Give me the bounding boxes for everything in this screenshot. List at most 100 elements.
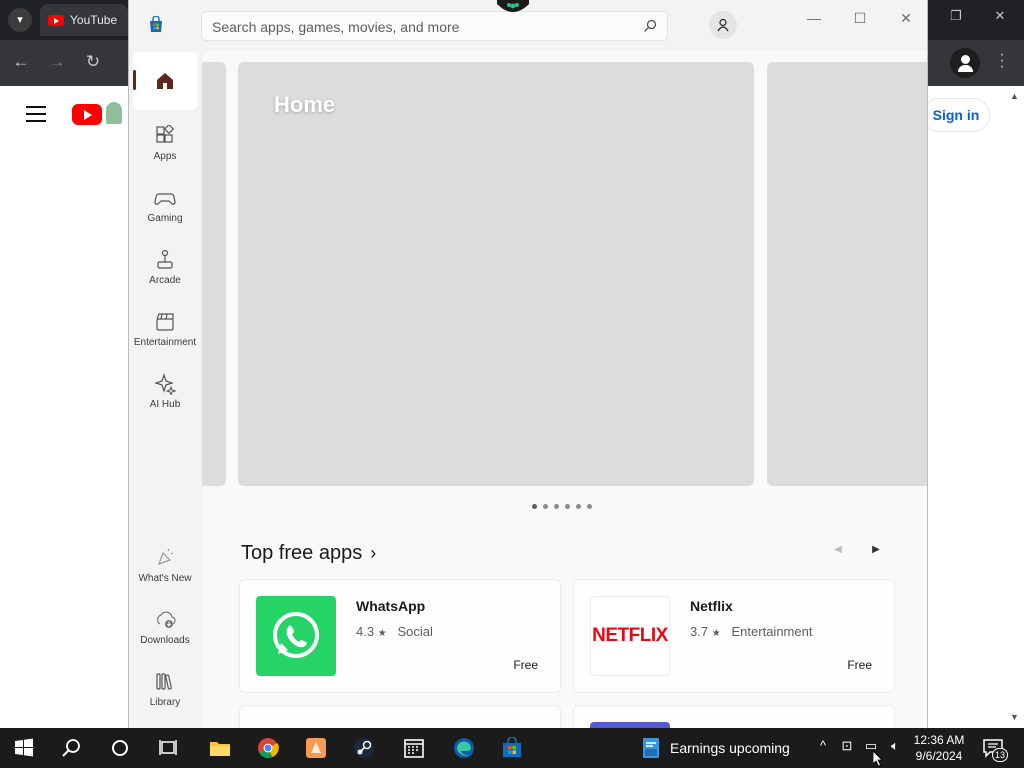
app-card-partial[interactable] bbox=[239, 705, 561, 728]
more-vert-icon: · · · bbox=[999, 46, 1005, 75]
browser-close-button[interactable]: ✕ bbox=[988, 8, 1012, 24]
camera-icon: ⊡ bbox=[841, 738, 853, 753]
nav-item-home[interactable] bbox=[133, 52, 197, 110]
search-button[interactable] bbox=[48, 728, 96, 768]
calendar-taskbar-button[interactable] bbox=[390, 728, 438, 768]
library-icon bbox=[156, 672, 172, 690]
steam-taskbar-button[interactable] bbox=[340, 728, 388, 768]
meet-now-button[interactable]: ⊡ bbox=[836, 738, 858, 754]
carousel-dot[interactable] bbox=[532, 504, 537, 509]
nav-label-entertainment: Entertainment bbox=[133, 336, 197, 348]
show-hidden-icons-button[interactable]: ^ bbox=[812, 738, 834, 753]
volume-button[interactable]: 🔈︎ bbox=[884, 738, 906, 754]
hero-banner[interactable]: Home bbox=[238, 62, 754, 486]
task-view-button[interactable] bbox=[144, 728, 192, 768]
whatsapp-logo-icon bbox=[256, 596, 336, 676]
nav-item-whats-new[interactable]: What's New bbox=[133, 536, 197, 594]
search-input[interactable] bbox=[212, 18, 632, 36]
nav-label-whats-new: What's New bbox=[138, 572, 192, 584]
arcade-icon bbox=[157, 249, 173, 269]
profile-icon bbox=[960, 55, 970, 64]
star-icon: ★ bbox=[377, 628, 387, 639]
notification-count-badge: 13 bbox=[992, 748, 1008, 762]
chevron-right-icon: ▶ bbox=[872, 544, 880, 555]
app-rating: 3.7 bbox=[690, 624, 709, 639]
app-category: Entertainment bbox=[731, 624, 813, 639]
windows-logo-icon bbox=[15, 738, 33, 757]
browser-menu-button[interactable]: · · · bbox=[994, 47, 1010, 75]
section-title: Top free apps bbox=[241, 542, 363, 564]
app-name: Netflix bbox=[690, 598, 733, 614]
news-widget[interactable]: Earnings upcoming bbox=[640, 728, 790, 768]
app-taskbar-button[interactable] bbox=[292, 728, 340, 768]
youtube-logo[interactable] bbox=[72, 104, 102, 125]
nav-item-ai-hub[interactable]: AI Hub bbox=[133, 362, 197, 420]
scroll-up-icon[interactable]: ▲ bbox=[1010, 91, 1019, 101]
camera-overlay-icon bbox=[497, 0, 529, 12]
store-search-box[interactable] bbox=[201, 11, 668, 41]
edge-taskbar-button[interactable] bbox=[440, 728, 488, 768]
ai-hub-icon bbox=[154, 372, 176, 395]
nav-item-library[interactable]: Library bbox=[133, 660, 197, 718]
cortana-button[interactable] bbox=[96, 728, 144, 768]
section-header-top-free-apps[interactable]: Top free apps › bbox=[241, 542, 376, 565]
sign-in-button[interactable]: Sign in bbox=[922, 98, 990, 132]
scroll-right-button[interactable]: ▶ bbox=[866, 544, 886, 560]
file-explorer-button[interactable] bbox=[196, 728, 244, 768]
nav-item-arcade[interactable]: Arcade bbox=[133, 238, 197, 296]
clock-date: 9/6/2024 bbox=[915, 749, 963, 763]
carousel-dot[interactable] bbox=[554, 504, 559, 509]
hero-carousel-dots bbox=[532, 504, 592, 509]
chevron-right-icon: › bbox=[370, 543, 377, 563]
nav-label-arcade: Arcade bbox=[149, 274, 181, 286]
forward-button[interactable]: → bbox=[46, 52, 68, 72]
reload-icon: ↻ bbox=[85, 52, 101, 71]
minimize-button[interactable]: — bbox=[791, 6, 837, 30]
app-meta: 4.3 ★ Social bbox=[356, 624, 433, 639]
carousel-dot[interactable] bbox=[565, 504, 570, 509]
news-icon bbox=[643, 738, 659, 758]
youtube-favicon-icon bbox=[48, 14, 64, 26]
youtube-doodle-logo[interactable] bbox=[106, 102, 122, 124]
browser-restore-button[interactable]: ❐ bbox=[944, 8, 968, 24]
maximize-button[interactable]: ☐ bbox=[837, 6, 883, 30]
speaker-icon: 🔈︎ bbox=[891, 738, 899, 753]
app-name: WhatsApp bbox=[356, 598, 426, 614]
store-taskbar-button[interactable] bbox=[488, 728, 536, 768]
close-button[interactable]: ✕ bbox=[883, 6, 927, 30]
back-button[interactable]: ← bbox=[10, 52, 32, 72]
chrome-icon bbox=[258, 738, 279, 759]
tab-youtube[interactable]: YouTube bbox=[40, 4, 128, 36]
hero-next-card[interactable] bbox=[767, 62, 927, 486]
scroll-down-icon[interactable]: ▼ bbox=[1010, 712, 1019, 722]
scroll-left-button[interactable]: ◀ bbox=[828, 544, 848, 560]
reload-button[interactable]: ↻ bbox=[82, 52, 104, 72]
clock-time: 12:36 AM bbox=[913, 733, 965, 747]
maximize-icon: ☐ bbox=[853, 10, 867, 26]
hamburger-menu-icon[interactable] bbox=[26, 106, 46, 122]
forward-arrow-icon: → bbox=[48, 52, 66, 71]
carousel-dot[interactable] bbox=[576, 504, 581, 509]
chrome-taskbar-button[interactable] bbox=[244, 728, 292, 768]
hero-previous-card[interactable] bbox=[202, 62, 226, 486]
profile-button[interactable] bbox=[950, 48, 980, 78]
carousel-dot[interactable] bbox=[587, 504, 592, 509]
start-button[interactable] bbox=[0, 728, 48, 768]
carousel-dot[interactable] bbox=[543, 504, 548, 509]
app-card-partial[interactable] bbox=[573, 705, 895, 728]
nav-item-apps[interactable]: Apps bbox=[133, 114, 197, 172]
search-icon bbox=[62, 739, 80, 757]
account-button[interactable] bbox=[709, 11, 737, 39]
search-icon[interactable] bbox=[643, 19, 657, 33]
nav-item-gaming[interactable]: Gaming bbox=[133, 176, 197, 234]
nav-item-entertainment[interactable]: Entertainment bbox=[133, 300, 197, 358]
clock[interactable]: 12:36 AM 9/6/2024 bbox=[908, 732, 970, 764]
app-card-netflix[interactable]: NETFLIX Netflix 3.7 ★ Entertainment Free bbox=[573, 579, 895, 693]
downloads-icon bbox=[157, 611, 176, 628]
task-view-icon bbox=[159, 740, 177, 755]
whats-new-icon bbox=[157, 548, 174, 565]
star-icon: ★ bbox=[711, 628, 721, 639]
nav-item-downloads[interactable]: Downloads bbox=[133, 598, 197, 656]
tab-search-button[interactable]: ▾ bbox=[8, 8, 32, 32]
app-card-whatsapp[interactable]: WhatsApp 4.3 ★ Social Free bbox=[239, 579, 561, 693]
